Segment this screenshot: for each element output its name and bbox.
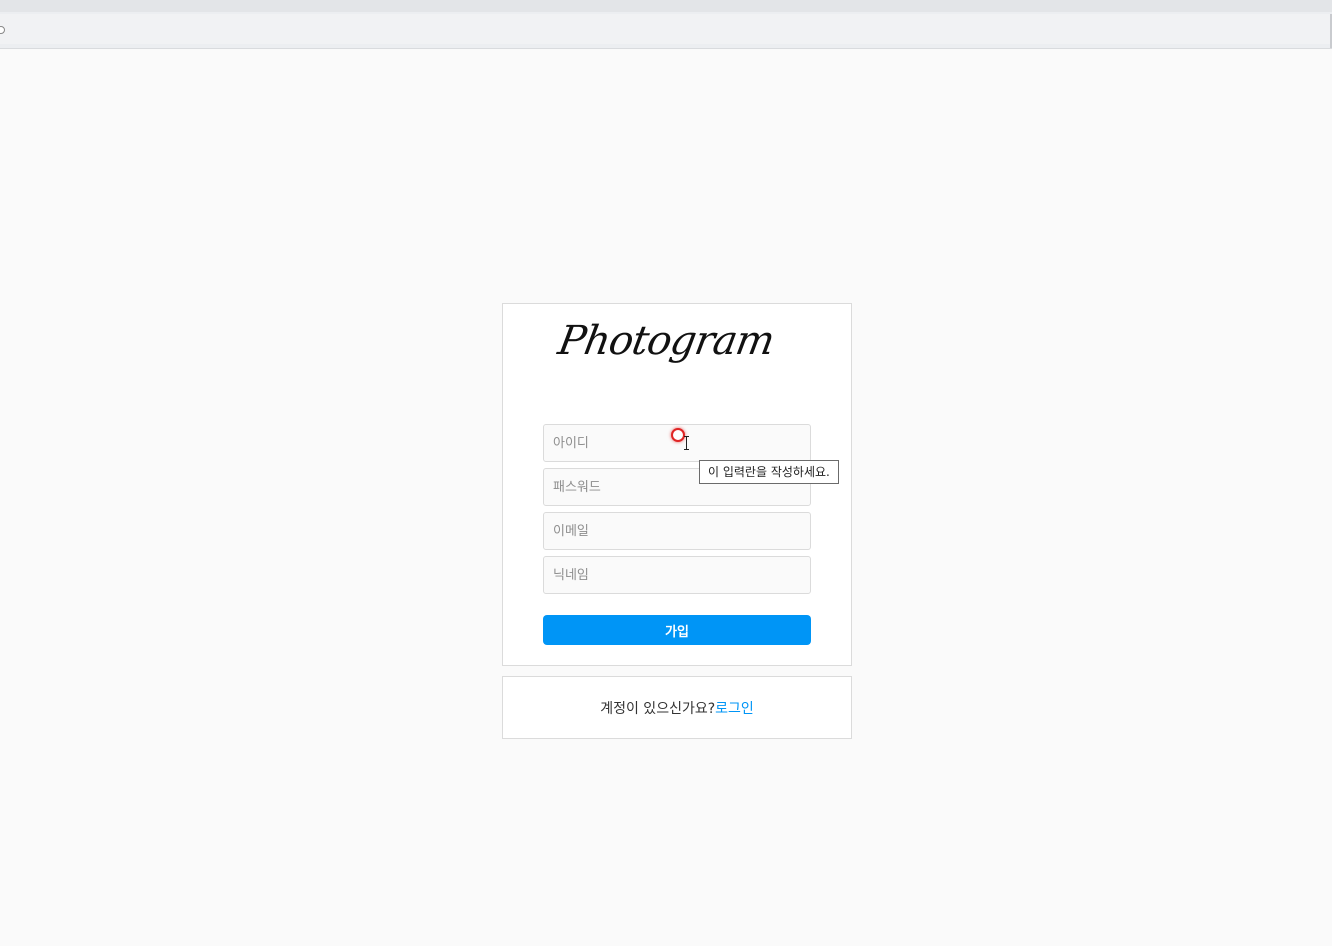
email-field[interactable] (543, 512, 811, 550)
login-prompt: 계정이 있으신가요?로그인 (502, 698, 852, 718)
login-prompt-text: 계정이 있으신가요? (600, 701, 716, 717)
nickname-field[interactable] (543, 556, 811, 594)
login-link[interactable]: 로그인 (715, 701, 754, 717)
validation-tooltip: 이 입력란을 작성하세요. (699, 460, 839, 484)
click-indicator (671, 428, 685, 442)
text-cursor-icon (684, 436, 689, 450)
browser-toolbar (0, 0, 1332, 49)
photogram-logo: Photogram (554, 318, 778, 364)
join-button[interactable]: 가입 (543, 615, 811, 645)
browser-tab-strip (0, 0, 1332, 12)
browser-address-bar[interactable] (0, 14, 1332, 44)
